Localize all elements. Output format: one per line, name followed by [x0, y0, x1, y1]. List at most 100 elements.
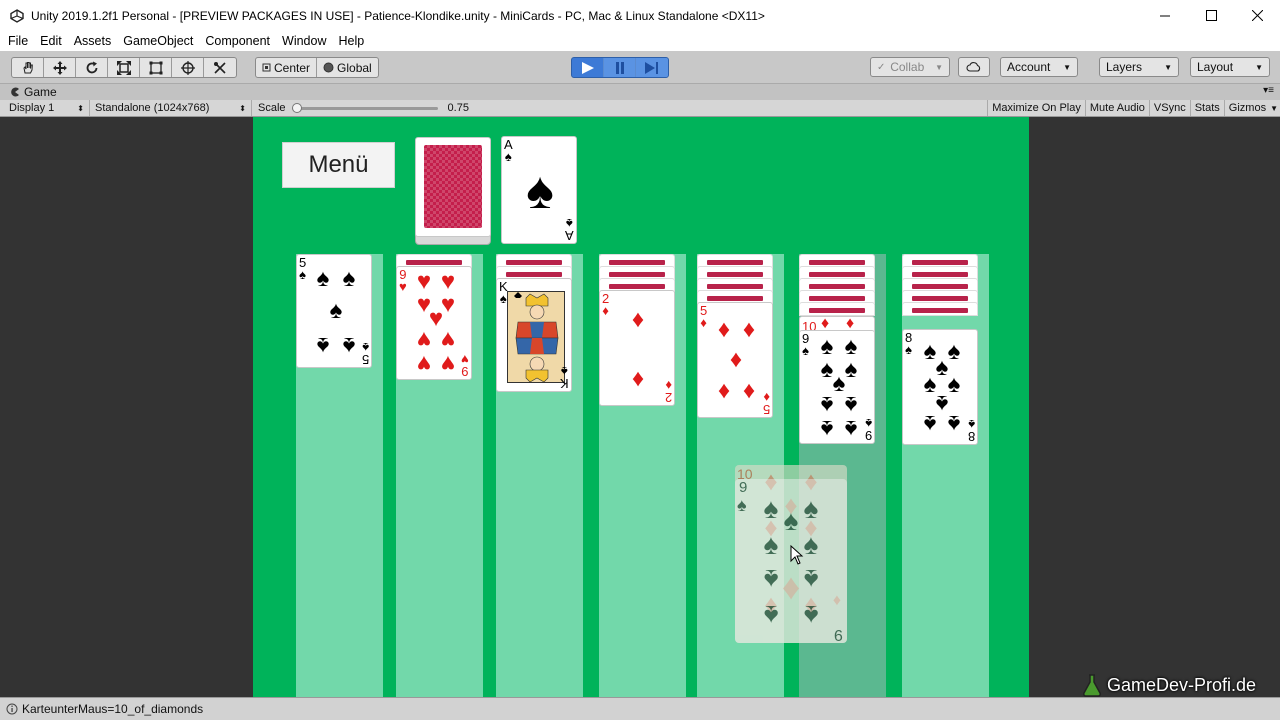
menu-button[interactable]: Menü [282, 142, 395, 188]
waste-card[interactable]: A ♠ ♠ A ♠ [501, 136, 577, 244]
tableau-card-2-diamonds[interactable]: 2 ♦ ♦ ♦ 2 ♦ [599, 290, 675, 406]
spade-icon: ♠ [947, 338, 961, 365]
spade-icon: ♠ [316, 265, 330, 292]
tab-menu-icon[interactable]: ▾≡ [1263, 85, 1274, 96]
spade-icon: ♠ [504, 149, 512, 164]
spade-icon: ♠ [820, 356, 834, 383]
unity-logo-icon [9, 8, 25, 24]
play-controls [571, 57, 669, 78]
diamond-icon: ♦ [602, 303, 609, 318]
menu-assets[interactable]: Assets [68, 34, 118, 48]
diamond-icon: ♦ [763, 390, 770, 405]
diamond-icon: ♦ [717, 378, 731, 405]
display-label: Display 1 [9, 102, 55, 114]
pause-button[interactable] [604, 58, 636, 77]
rotate-tool-icon[interactable] [76, 58, 108, 77]
heart-icon: ♥ [416, 326, 432, 353]
solitaire-board[interactable]: Menü A ♠ ♠ A ♠ 5 ♠ ♠ ♠ ♠ ♠ ♠ 5 ♠ 9 ♥ ♥ ♥ ♥ [253, 117, 1029, 697]
check-icon: ✓ [877, 61, 886, 73]
menu-window[interactable]: Window [276, 34, 332, 48]
scale-label: Scale [258, 102, 286, 114]
rect-tool-icon[interactable] [140, 58, 172, 77]
tableau-card-king-spades[interactable]: K ♠ K ♠ [496, 278, 572, 392]
flask-logo-icon [1082, 674, 1101, 697]
pivot-global-button[interactable]: Global [317, 58, 378, 77]
dropdown-arrow-icon: ▼ [1270, 103, 1278, 113]
spade-icon: ♠ [342, 332, 356, 359]
tableau-card-8-spades[interactable]: 8 ♠ ♠ ♠ ♠ ♠ ♠ ♠ ♠ ♠ 8 ♠ [902, 329, 978, 445]
spade-icon: ♠ [737, 495, 747, 515]
menu-edit[interactable]: Edit [34, 34, 68, 48]
stock-card-back[interactable] [415, 137, 491, 237]
scale-value: 0.75 [447, 102, 469, 114]
dragged-card-stack[interactable]: 10 ♦ ♦ ♦ ♦ ♦ ♦ ♦ ♦ ♦ 9 ♠ ♠ ♠ ♠ ♠ ♠ ♠ ♠ [735, 465, 849, 645]
card-rank: 9 [739, 479, 748, 496]
tableau-card-9-hearts[interactable]: 9 ♥ ♥ ♥ ♥ ♥ ♥ ♥ ♥ ♥ ♥ 9 ♥ [396, 266, 472, 380]
gizmos-label: Gizmos [1228, 102, 1267, 114]
account-dropdown[interactable]: Account ▼ [1000, 57, 1078, 77]
stock-pile[interactable] [415, 137, 491, 245]
maximize-on-play-toggle[interactable]: Maximize On Play [987, 100, 1085, 116]
game-viewport[interactable]: Menü A ♠ ♠ A ♠ 5 ♠ ♠ ♠ ♠ ♠ ♠ 5 ♠ 9 ♥ ♥ ♥ ♥ [0, 117, 1280, 697]
main-toolbar: Center Global ✓ Collab ▼ Account ▼ Layer… [0, 51, 1280, 84]
status-message[interactable]: KarteunterMaus=10_of_diamonds [22, 702, 203, 716]
transform-tool-icon[interactable] [172, 58, 204, 77]
spade-icon: ♠ [803, 600, 819, 631]
hand-tool-icon[interactable] [12, 58, 44, 77]
info-icon [6, 703, 18, 715]
spade-icon: ♠ [935, 354, 949, 381]
move-tool-icon[interactable] [44, 58, 76, 77]
close-button[interactable] [1234, 0, 1280, 31]
dropdown-arrow-icon: ▼ [1255, 62, 1263, 72]
custom-tool-icon[interactable] [204, 58, 236, 77]
tableau-column-7[interactable] [902, 254, 989, 697]
tableau-card-9-spades[interactable]: 9 ♠ ♠ ♠ ♠ ♠ ♠ ♠ ♠ ♠ ♠ 9 ♠ [799, 330, 875, 444]
watermark: GameDev-Profi.de [1081, 673, 1256, 697]
spade-icon: ♠ [844, 415, 858, 442]
dropdown-arrow-icon: ▼ [1063, 62, 1071, 72]
menu-component[interactable]: Component [199, 34, 276, 48]
resolution-dropdown[interactable]: Standalone (1024x768) ⬍ [90, 100, 252, 116]
tableau-card-5-spades[interactable]: 5 ♠ ♠ ♠ ♠ ♠ ♠ 5 ♠ [296, 254, 372, 368]
scale-slider-thumb[interactable] [291, 103, 302, 113]
cloud-button[interactable] [958, 57, 990, 77]
dropdown-arrow-icon: ▼ [1164, 62, 1172, 72]
stats-toggle[interactable]: Stats [1189, 100, 1224, 116]
gizmos-dropdown[interactable]: Gizmos ▼ [1223, 100, 1280, 116]
menu-file[interactable]: File [2, 34, 34, 48]
menu-gameobject[interactable]: GameObject [117, 34, 199, 48]
layout-dropdown[interactable]: Layout ▼ [1190, 57, 1270, 77]
scale-slider[interactable] [291, 100, 442, 116]
collab-dropdown[interactable]: ✓ Collab ▼ [870, 57, 950, 77]
tableau-card-5-diamonds[interactable]: 5 ♦ ♦ ♦ ♦ ♦ ♦ 5 ♦ [697, 302, 773, 418]
watermark-text: GameDev-Profi.de [1106, 674, 1256, 695]
menu-help[interactable]: Help [332, 34, 370, 48]
card-rank: 9 [834, 626, 843, 643]
vsync-toggle[interactable]: VSync [1148, 100, 1190, 116]
card-back [902, 302, 978, 316]
layers-dropdown[interactable]: Layers ▼ [1099, 57, 1179, 77]
game-tab-label: Game [24, 85, 57, 99]
resolution-label: Standalone (1024x768) [95, 102, 210, 114]
pivot-center-button[interactable]: Center [256, 58, 318, 77]
minimize-button[interactable] [1142, 0, 1188, 31]
scale-tool-icon[interactable] [108, 58, 140, 77]
spade-icon: ♠ [763, 529, 779, 560]
display-dropdown[interactable]: Display 1 ⬍ [4, 100, 90, 116]
step-button[interactable] [636, 58, 668, 77]
heart-icon: ♥ [416, 350, 432, 377]
maximize-button[interactable] [1188, 0, 1234, 31]
spade-icon: ♠ [803, 564, 819, 595]
spade-icon: ♠ [803, 493, 819, 524]
pivot-center-label: Center [274, 60, 311, 75]
king-portrait-icon [507, 291, 565, 383]
mute-audio-toggle[interactable]: Mute Audio [1084, 100, 1149, 116]
game-tab[interactable]: Game [10, 85, 57, 99]
spade-icon: ♠ [820, 415, 834, 442]
cloud-icon [966, 62, 981, 72]
layout-label: Layout [1197, 60, 1234, 74]
heart-icon: ♥ [440, 326, 456, 353]
game-view-toolbar: Display 1 ⬍ Standalone (1024x768) ⬍ Scal… [0, 100, 1280, 117]
play-button[interactable] [572, 58, 604, 77]
game-tab-row: Game ▾≡ [0, 84, 1280, 100]
